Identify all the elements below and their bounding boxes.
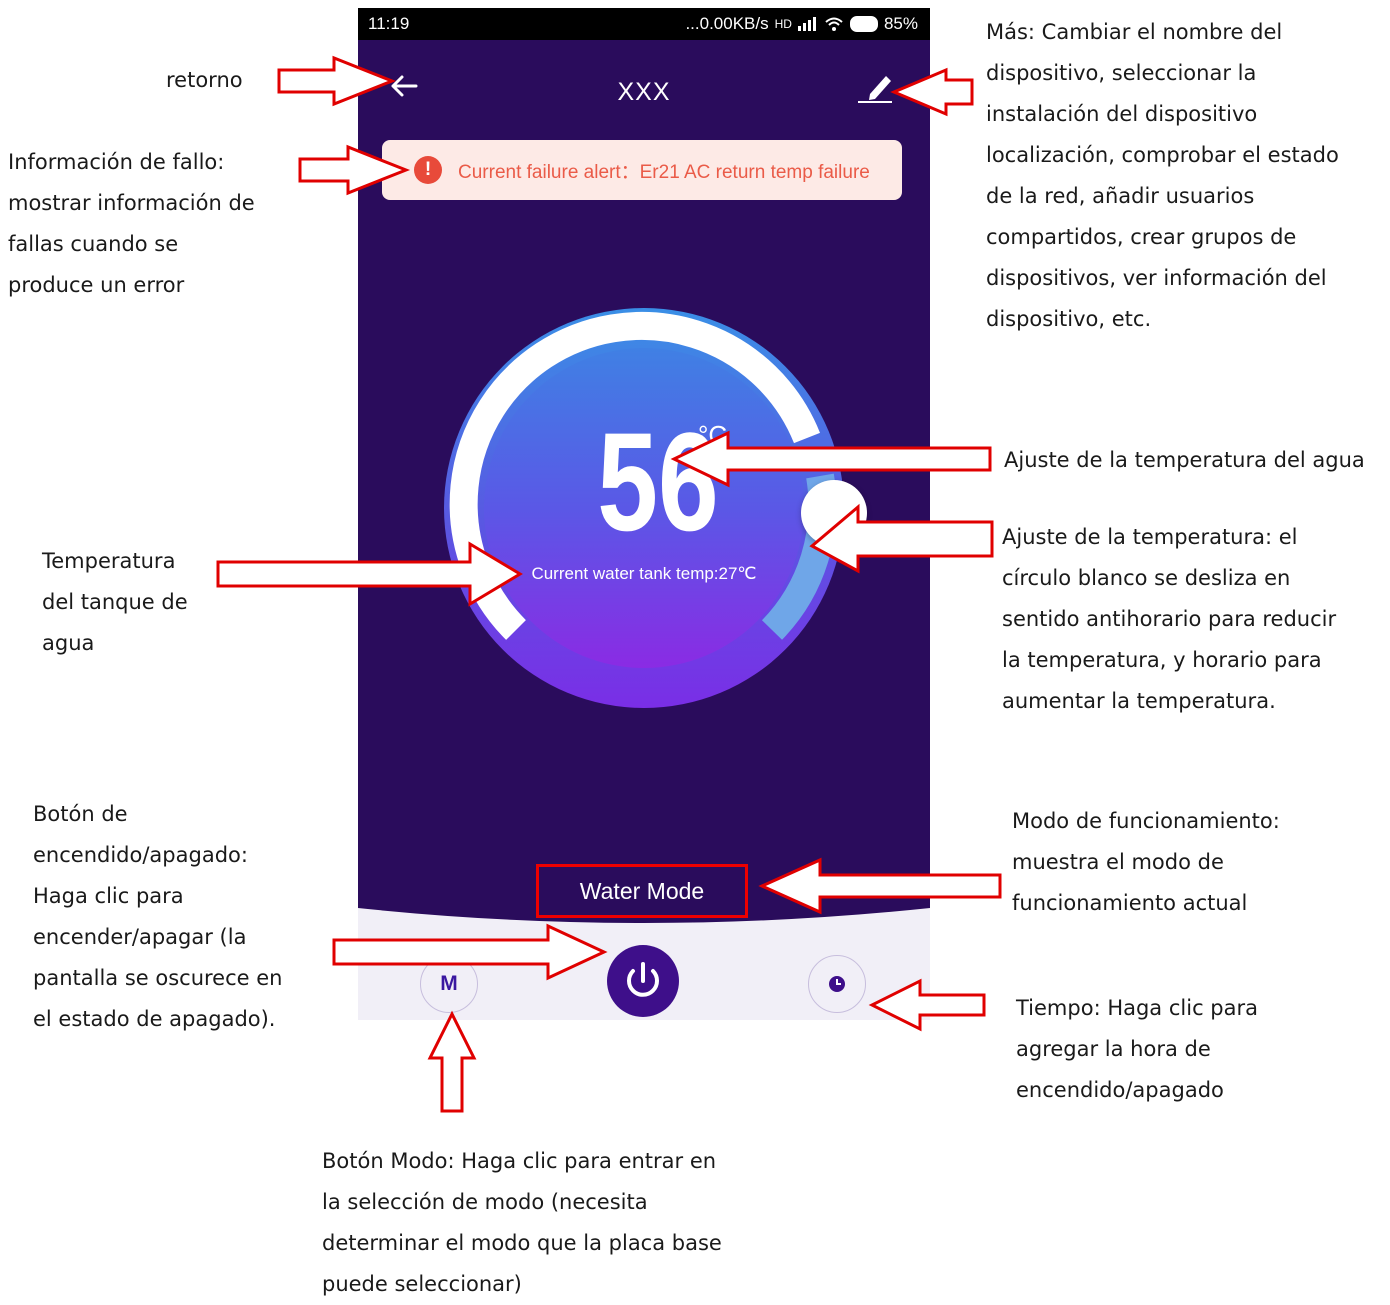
annotation-return: retorno (166, 60, 243, 101)
annotation-line: dispositivo, etc. (986, 307, 1152, 331)
cell-signal-icon (797, 17, 816, 31)
network-speed: ...0.00KB/s (685, 14, 769, 33)
annotation-line: Botón Modo: Haga clic para entrar en (322, 1149, 717, 1173)
annotation-temp-adjust: Ajuste de la temperatura: el círculo bla… (1002, 517, 1336, 722)
annotation-line: funcionamiento actual (1012, 891, 1248, 915)
mode-button[interactable]: M (420, 955, 478, 1013)
annotation-line: agua (42, 631, 95, 655)
annotation-line: Más: Cambiar el nombre del (986, 20, 1283, 44)
annotation-line: la selección de modo (necesita (322, 1190, 648, 1214)
failure-alert-text: Current failure alert：Er21 AC return tem… (458, 161, 870, 183)
signal-icon: HD (774, 17, 792, 31)
annotation-line: del tanque de (42, 590, 188, 614)
annotation-line: compartidos, crear grupos de (986, 225, 1297, 249)
annotation-line: agregar la hora de (1016, 1037, 1211, 1061)
page-title: XXX (617, 78, 671, 106)
phone-screen: 11:19 ...0.00KB/s HD 85% XXX ! Current f… (358, 8, 930, 1020)
annotation-line: Temperatura (42, 549, 176, 573)
annotation-line: mostrar información de (8, 191, 255, 215)
annotation-line: la temperatura, y horario para (1002, 648, 1322, 672)
clock-icon (829, 976, 845, 992)
annotation-line: localización, comprobar el estado (986, 143, 1339, 167)
tank-temperature-text: Current water tank temp:27℃ (531, 564, 757, 583)
annotation-line: pantalla se oscurece en (33, 966, 283, 990)
annotation-line: el estado de apagado). (33, 1007, 276, 1031)
annotation-power-button: Botón de encendido/apagado: Haga clic pa… (33, 794, 282, 1040)
annotation-line: Ajuste de la temperatura: el (1002, 525, 1298, 549)
annotation-operating-mode: Modo de funcionamiento: muestra el modo … (1012, 801, 1280, 924)
annotation-line: dispositivos, ver información del (986, 266, 1327, 290)
annotation-line: Modo de funcionamiento: (1012, 809, 1280, 833)
temperature-unit: °C (698, 420, 728, 450)
annotation-line: encendido/apagado: (33, 843, 248, 867)
arrow-mode-button (427, 1010, 477, 1113)
annotation-line: produce un error (8, 273, 185, 297)
current-mode-label: Water Mode (536, 864, 748, 918)
annotation-line: Botón de (33, 802, 128, 826)
wifi-icon (825, 17, 843, 31)
annotation-line: de la red, añadir usuarios (986, 184, 1255, 208)
annotation-timer: Tiempo: Haga clic para agregar la hora d… (1016, 988, 1258, 1111)
mode-label-text: Water Mode (579, 877, 705, 904)
annotation-line: instalación del dispositivo (986, 102, 1258, 126)
timer-button[interactable] (808, 955, 866, 1013)
top-bar: XXX (358, 40, 930, 122)
annotation-line: sentido antihorario para reducir (1002, 607, 1337, 631)
temperature-slider-knob[interactable] (801, 480, 867, 546)
status-indicators: ...0.00KB/s HD 85% (685, 14, 918, 34)
annotation-tank-temp: Temperatura del tanque de agua (42, 541, 188, 664)
annotation-line: Información de fallo: (8, 150, 225, 174)
mode-button-label: M (440, 972, 458, 995)
annotation-line: Ajuste de la temperatura del agua (1004, 448, 1365, 472)
edit-pencil-icon[interactable] (856, 68, 896, 104)
battery-icon (849, 16, 878, 32)
annotation-line: encendido/apagado (1016, 1078, 1224, 1102)
annotation-line: Haga clic para (33, 884, 184, 908)
exclamation-icon: ! (414, 156, 442, 184)
status-time: 11:19 (368, 14, 410, 33)
annotation-mode-button: Botón Modo: Haga clic para entrar en la … (322, 1141, 722, 1305)
annotation-water-temp-setting: Ajuste de la temperatura del agua (1004, 440, 1365, 481)
annotation-line: fallas cuando se (8, 232, 179, 256)
annotation-line: Tiempo: Haga clic para (1016, 996, 1258, 1020)
failure-alert-banner[interactable]: ! Current failure alert：Er21 AC return t… (382, 140, 902, 200)
annotation-line: encender/apagar (la (33, 925, 247, 949)
battery-level: 85% (883, 14, 918, 33)
power-button[interactable] (607, 945, 679, 1017)
annotation-line: puede seleccionar) (322, 1272, 522, 1296)
annotation-line: determinar el modo que la placa base (322, 1231, 722, 1255)
annotation-failure-info: Información de fallo: mostrar informació… (8, 142, 255, 306)
status-bar: 11:19 ...0.00KB/s HD 85% (358, 8, 930, 40)
power-icon (627, 962, 659, 997)
annotation-line: muestra el modo de (1012, 850, 1224, 874)
annotation-line: dispositivo, seleccionar la (986, 61, 1257, 85)
annotation-line: aumentar la temperatura. (1002, 689, 1276, 713)
annotation-more: Más: Cambiar el nombre del dispositivo, … (986, 12, 1339, 340)
annotation-line: retorno (166, 68, 243, 92)
annotation-line: círculo blanco se desliza en (1002, 566, 1291, 590)
